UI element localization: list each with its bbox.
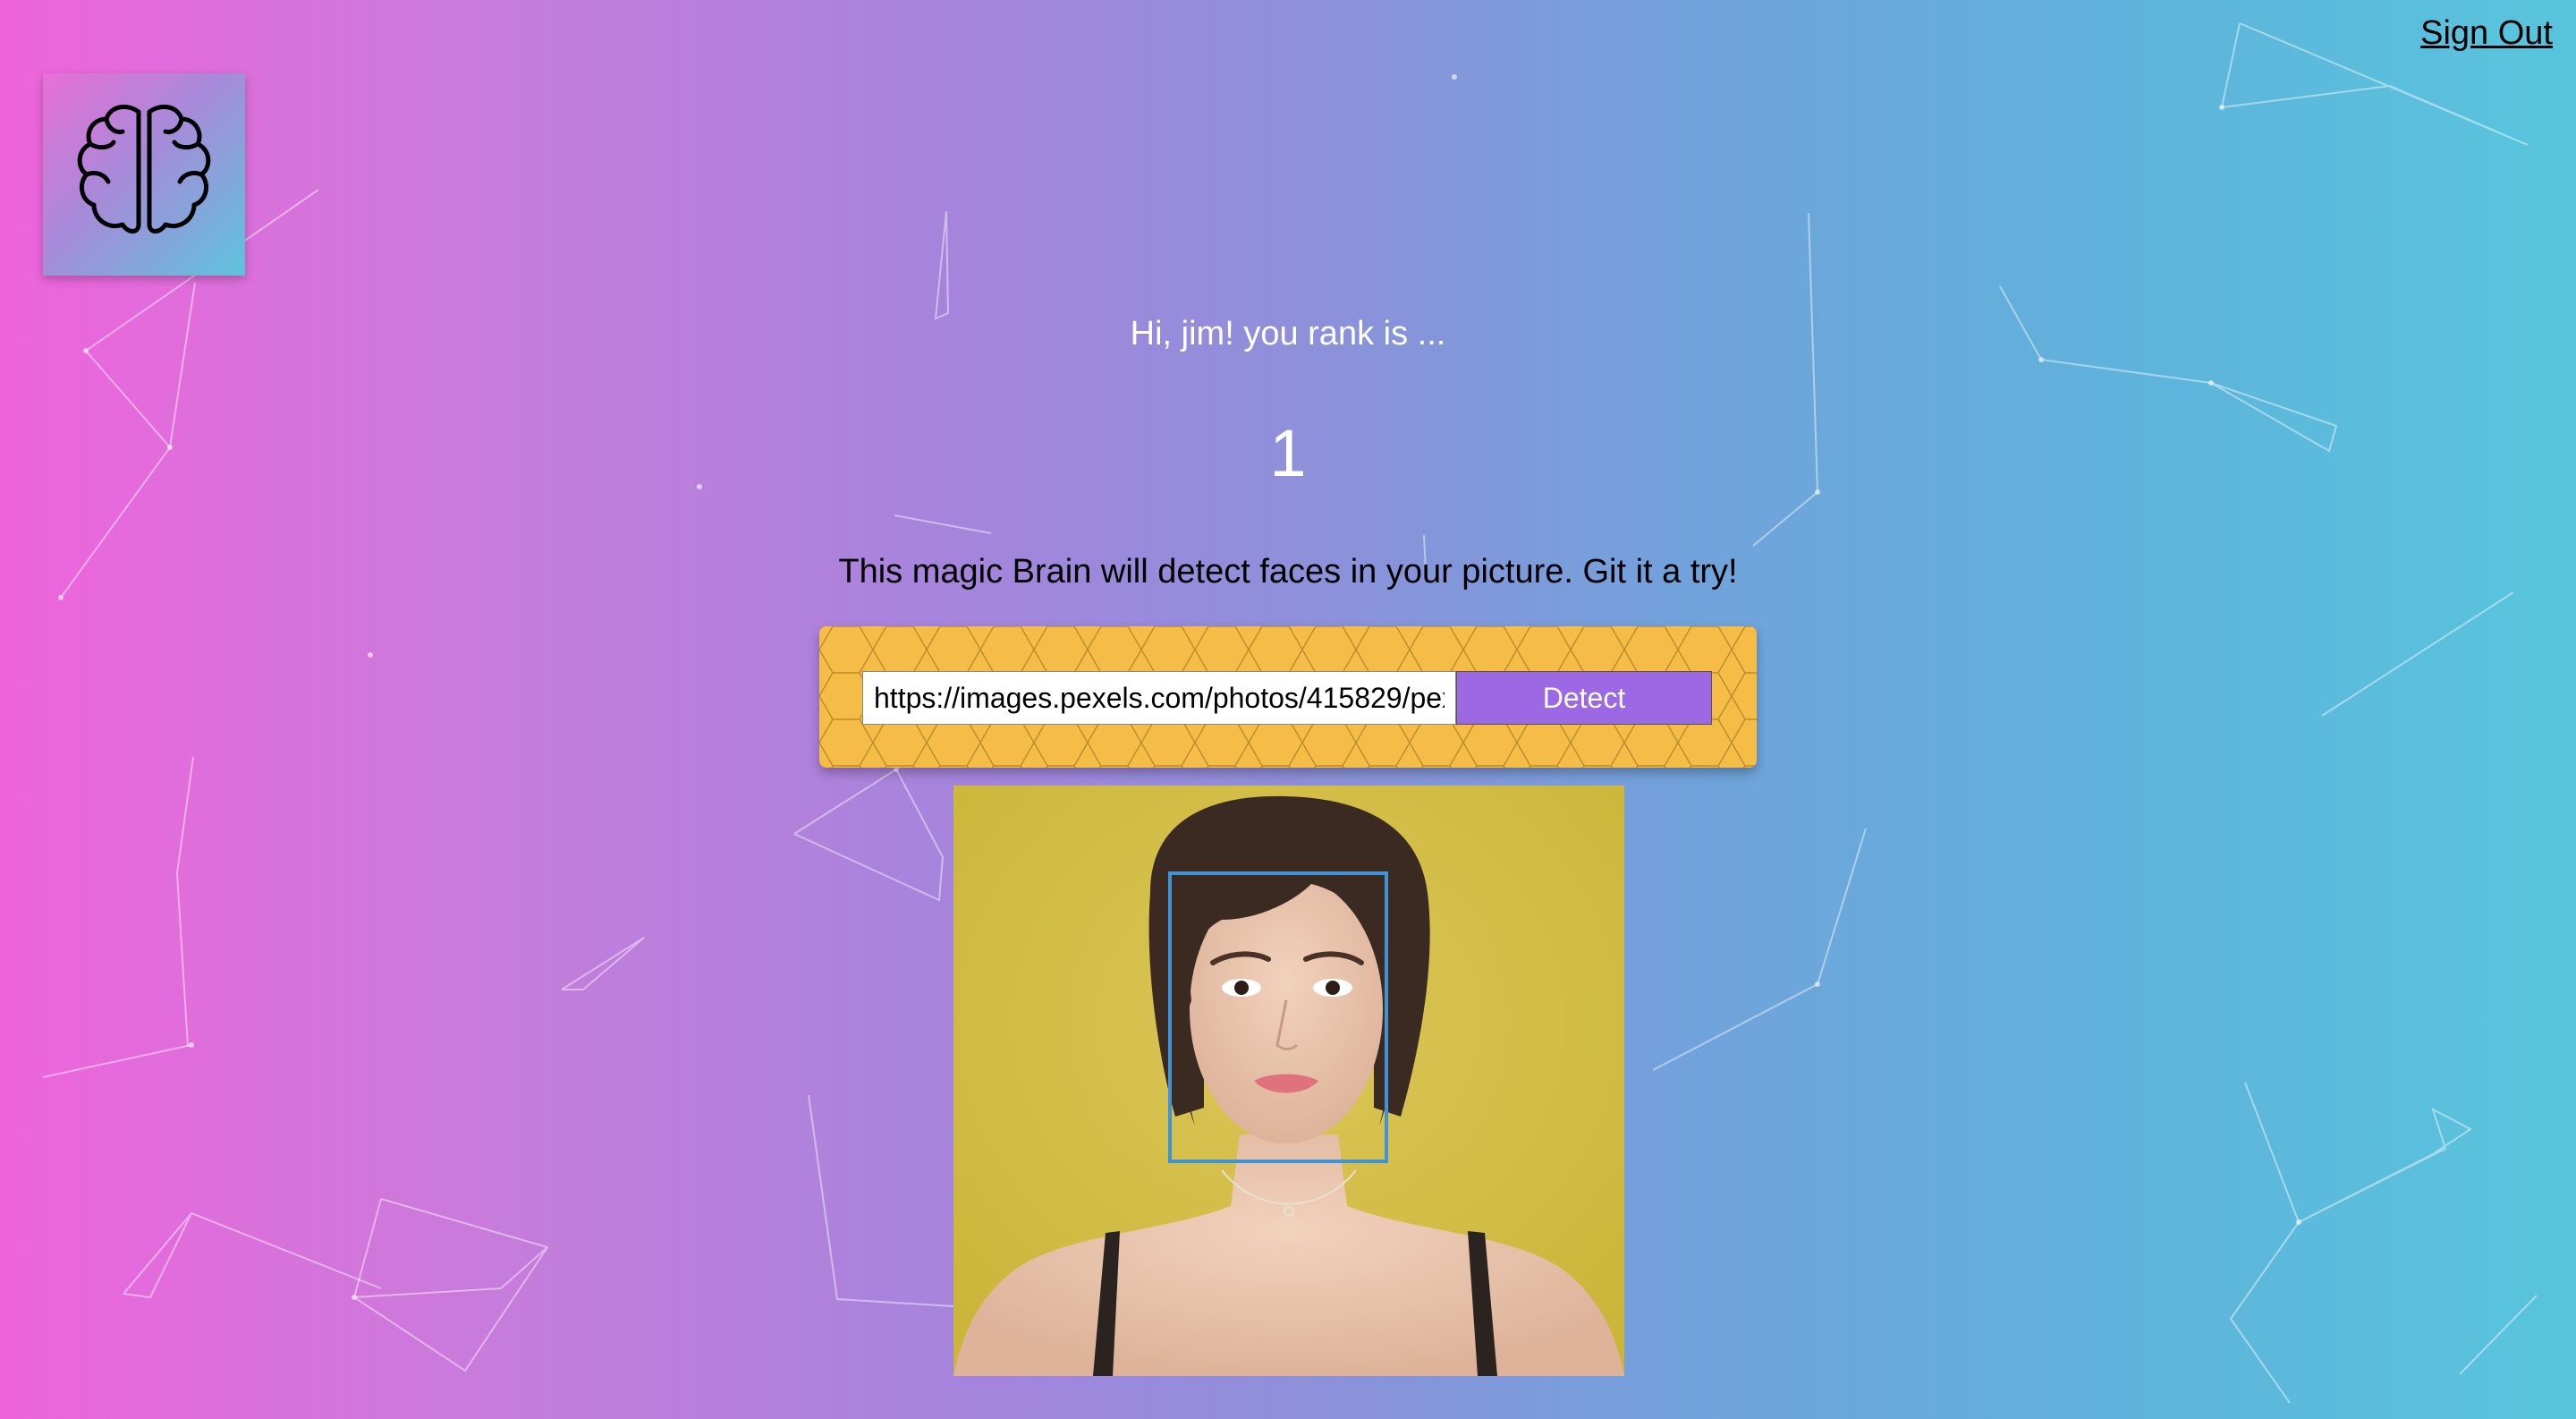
rank-value: 1 (1269, 416, 1307, 490)
rank-greeting: Hi, jim! you rank is ... (1130, 315, 1446, 353)
detect-button[interactable]: Detect (1456, 671, 1712, 725)
brain-icon (77, 104, 211, 234)
app-description: This magic Brain will detect faces in yo… (838, 553, 1738, 591)
result-image (953, 786, 1624, 1376)
image-url-input[interactable] (862, 671, 1456, 725)
sign-out-link[interactable]: Sign Out (2420, 14, 2553, 53)
image-url-form: Detect (819, 626, 1757, 768)
logo-card (43, 73, 245, 276)
